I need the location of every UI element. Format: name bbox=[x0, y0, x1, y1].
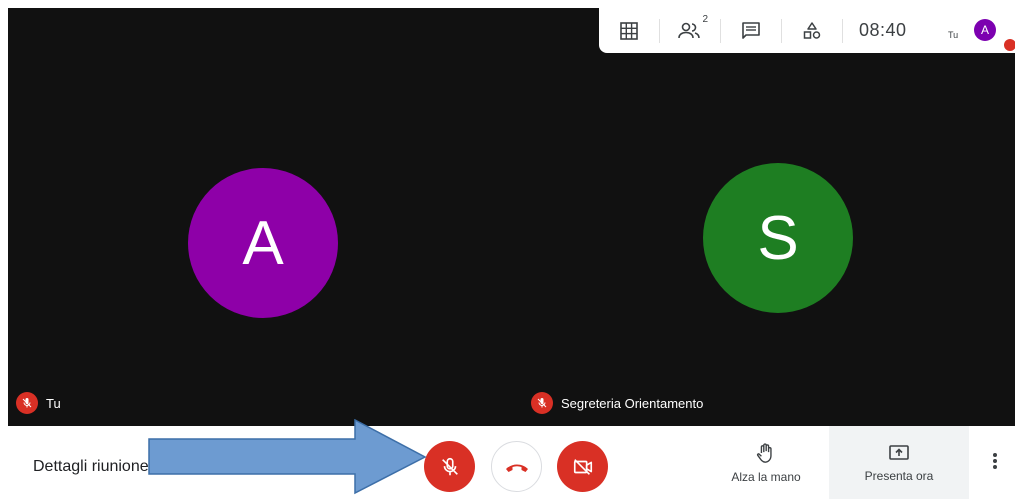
more-vert-icon bbox=[993, 453, 997, 469]
raise-hand-button[interactable]: Alza la mano bbox=[720, 426, 812, 499]
present-now-label: Presenta ora bbox=[864, 468, 934, 483]
video-grid: A Tu S Segreteria Orientamento bbox=[8, 8, 1015, 426]
self-mini-label: Tu bbox=[948, 30, 959, 40]
camera-off-icon bbox=[573, 458, 592, 475]
participant-count: 2 bbox=[702, 14, 708, 25]
participant-name-label: Segreteria Orientamento bbox=[531, 392, 703, 414]
people-icon bbox=[678, 22, 700, 38]
people-button[interactable]: 2 bbox=[660, 8, 720, 53]
chat-button[interactable] bbox=[721, 8, 781, 53]
hangup-icon bbox=[505, 464, 528, 472]
hand-icon bbox=[756, 442, 772, 463]
raise-hand-label: Alza la mano bbox=[731, 469, 801, 484]
activities-button[interactable] bbox=[782, 8, 842, 53]
participant-tile-other[interactable]: S Segreteria Orientamento bbox=[516, 8, 1015, 426]
layout-button[interactable] bbox=[599, 8, 659, 53]
participant-name: Segreteria Orientamento bbox=[561, 395, 704, 411]
annotation-arrow bbox=[148, 419, 427, 495]
meeting-info-bar: 2 08:40 Tu A bbox=[599, 8, 1015, 53]
participant-name: Tu bbox=[46, 395, 61, 411]
meeting-details-button[interactable]: Dettagli riunione bbox=[33, 458, 149, 476]
avatar: A bbox=[974, 19, 996, 41]
mic-off-icon bbox=[531, 392, 553, 414]
avatar-initial: S bbox=[757, 203, 799, 273]
self-mini-preview[interactable]: Tu A bbox=[948, 8, 1015, 53]
microphone-toggle-button[interactable] bbox=[424, 441, 475, 492]
avatar-initial: A bbox=[980, 23, 989, 37]
mic-off-icon bbox=[16, 392, 38, 414]
present-now-button[interactable]: Presenta ora bbox=[829, 426, 969, 499]
mic-off-icon bbox=[441, 457, 458, 475]
participant-avatar: A bbox=[188, 168, 338, 318]
avatar-initial: A bbox=[242, 208, 284, 278]
mic-off-indicator-icon bbox=[1004, 39, 1015, 51]
present-screen-icon bbox=[889, 444, 909, 460]
meeting-clock: 08:40 bbox=[859, 20, 907, 40]
chat-icon bbox=[742, 21, 760, 39]
grid-layout-icon bbox=[620, 21, 638, 40]
participant-avatar: S bbox=[703, 163, 853, 313]
participant-tile-self[interactable]: A Tu bbox=[8, 8, 516, 426]
participant-name-label: Tu bbox=[16, 392, 61, 414]
leave-call-button[interactable] bbox=[491, 441, 542, 492]
activities-icon bbox=[803, 21, 821, 39]
camera-toggle-button[interactable] bbox=[557, 441, 608, 492]
meet-window: A Tu S Segreteria Orientamento 2 08:40 T… bbox=[0, 0, 1015, 499]
more-options-button[interactable] bbox=[980, 446, 1010, 476]
